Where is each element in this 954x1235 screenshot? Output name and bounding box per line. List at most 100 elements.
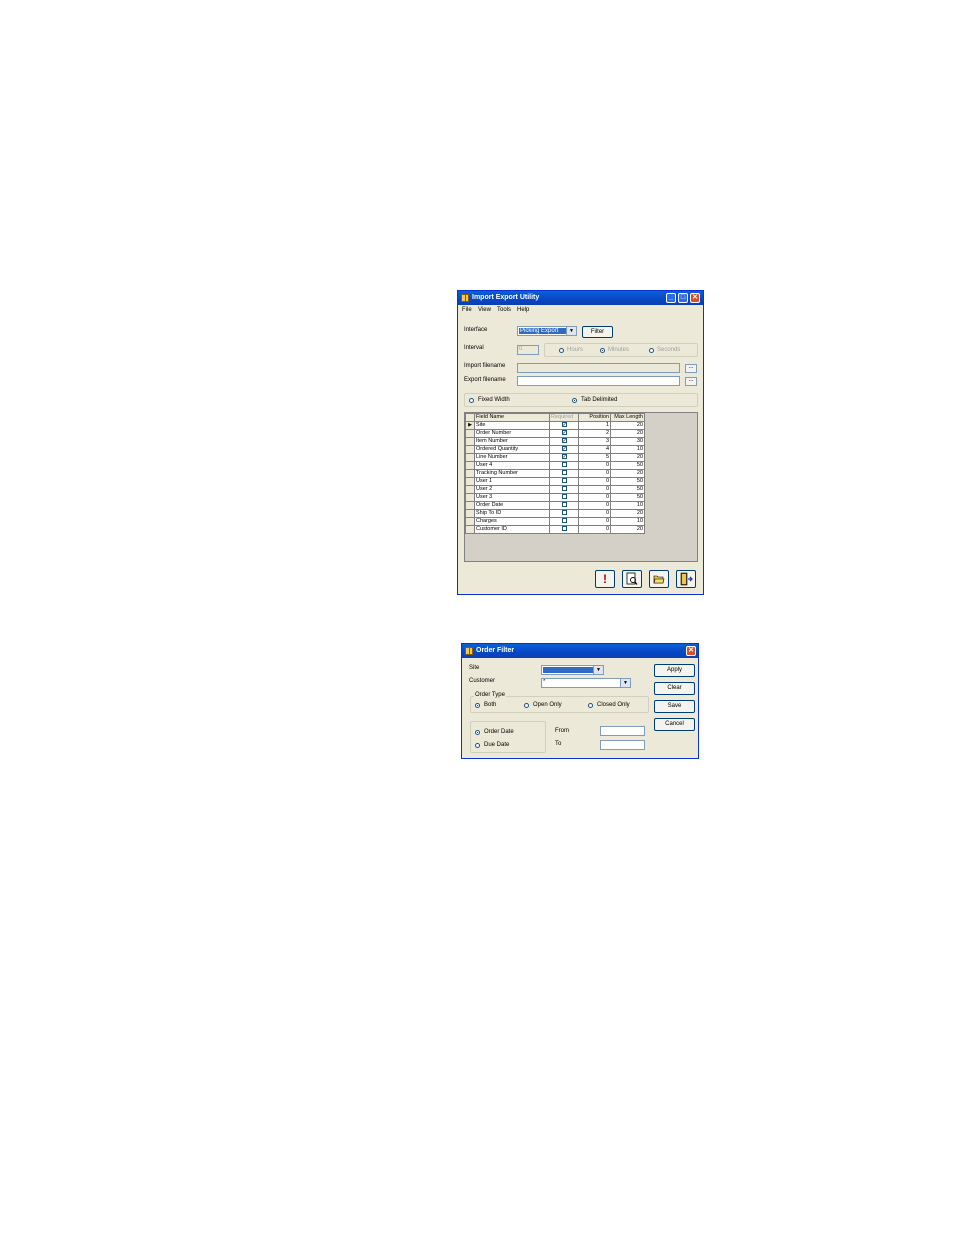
open-only-radio[interactable] <box>524 703 529 708</box>
site-select[interactable]: ▼ <box>541 665 604 675</box>
interface-select[interactable]: Picking Export ▼ <box>517 326 577 336</box>
required-cell[interactable] <box>549 469 579 478</box>
required-checkbox[interactable] <box>561 526 567 532</box>
from-date-field[interactable] <box>600 726 645 736</box>
field-name-cell[interactable]: Customer ID <box>474 525 550 534</box>
position-cell[interactable]: 3 <box>578 437 611 446</box>
maximize-icon[interactable]: □ <box>678 293 688 303</box>
required-cell[interactable]: ✓ <box>549 445 579 454</box>
required-cell[interactable]: ✓ <box>549 421 579 430</box>
field-name-cell[interactable]: User 4 <box>474 461 550 470</box>
menu-tools[interactable]: Tools <box>497 307 511 313</box>
max-length-cell[interactable]: 20 <box>610 525 645 534</box>
required-cell[interactable]: ✓ <box>549 429 579 438</box>
table-row[interactable]: Ordered Quantity ✓ 4 10 <box>465 445 645 454</box>
cancel-button[interactable]: Cancel <box>654 718 695 731</box>
run-button[interactable]: ! <box>595 570 615 588</box>
required-cell[interactable] <box>549 477 579 486</box>
max-length-cell[interactable]: 20 <box>610 509 645 518</box>
table-row[interactable]: Item Number ✓ 3 30 <box>465 437 645 446</box>
required-cell[interactable]: ✓ <box>549 437 579 446</box>
required-checkbox[interactable] <box>561 470 567 476</box>
minutes-radio[interactable] <box>600 348 605 353</box>
field-name-cell[interactable]: Item Number <box>474 437 550 446</box>
required-cell[interactable] <box>549 501 579 510</box>
column-header[interactable]: Required <box>549 413 579 422</box>
required-checkbox[interactable] <box>561 478 567 484</box>
required-checkbox[interactable]: ✓ <box>561 422 567 428</box>
max-length-cell[interactable]: 50 <box>610 461 645 470</box>
field-name-cell[interactable]: Ship To ID <box>474 509 550 518</box>
preview-button[interactable] <box>622 570 642 588</box>
row-selector[interactable] <box>465 517 475 526</box>
fixed-width-radio[interactable] <box>469 398 474 403</box>
required-checkbox[interactable] <box>561 502 567 508</box>
menu-help[interactable]: Help <box>517 307 529 313</box>
max-length-cell[interactable]: 20 <box>610 421 645 430</box>
position-cell[interactable]: 0 <box>578 477 611 486</box>
row-selector[interactable] <box>465 469 475 478</box>
row-selector[interactable] <box>465 509 475 518</box>
table-row[interactable]: Order Number ✓ 2 20 <box>465 429 645 438</box>
close-icon[interactable]: ✕ <box>686 646 696 656</box>
required-cell[interactable] <box>549 525 579 534</box>
both-radio[interactable] <box>475 703 480 708</box>
apply-button[interactable]: Apply <box>654 664 695 677</box>
position-cell[interactable]: 0 <box>578 509 611 518</box>
position-cell[interactable]: 4 <box>578 445 611 454</box>
position-cell[interactable]: 0 <box>578 525 611 534</box>
required-checkbox[interactable]: ✓ <box>561 446 567 452</box>
menu-view[interactable]: View <box>478 307 491 313</box>
max-length-cell[interactable]: 10 <box>610 445 645 454</box>
import-filename-field[interactable] <box>517 363 680 373</box>
required-checkbox[interactable] <box>561 462 567 468</box>
table-row[interactable]: User 4 0 50 <box>465 461 645 470</box>
max-length-cell[interactable]: 50 <box>610 477 645 486</box>
row-selector[interactable] <box>465 429 475 438</box>
position-cell[interactable]: 0 <box>578 461 611 470</box>
max-length-cell[interactable]: 10 <box>610 501 645 510</box>
interval-field[interactable]: 0 <box>517 345 539 355</box>
max-length-cell[interactable]: 20 <box>610 469 645 478</box>
position-cell[interactable]: 0 <box>578 493 611 502</box>
row-selector[interactable] <box>465 477 475 486</box>
position-cell[interactable]: 0 <box>578 517 611 526</box>
max-length-cell[interactable]: 20 <box>610 453 645 462</box>
column-header[interactable]: Field Name <box>474 413 550 422</box>
required-cell[interactable] <box>549 485 579 494</box>
close-icon[interactable]: ✕ <box>690 293 700 303</box>
field-name-cell[interactable]: User 1 <box>474 477 550 486</box>
required-cell[interactable] <box>549 461 579 470</box>
row-selector[interactable] <box>465 453 475 462</box>
table-row[interactable]: ▶ Site ✓ 1 20 <box>465 421 645 430</box>
row-selector[interactable] <box>465 461 475 470</box>
required-cell[interactable]: ✓ <box>549 453 579 462</box>
table-row[interactable]: Customer ID 0 20 <box>465 525 645 534</box>
open-button[interactable] <box>649 570 669 588</box>
table-row[interactable]: User 1 0 50 <box>465 477 645 486</box>
field-name-cell[interactable]: Charges <box>474 517 550 526</box>
field-name-cell[interactable]: Tracking Number <box>474 469 550 478</box>
title-bar[interactable]: Import Export Utility _ □ ✕ <box>458 291 703 305</box>
filter-button[interactable]: Filter <box>582 326 613 338</box>
order-date-radio[interactable] <box>475 730 480 735</box>
position-cell[interactable]: 5 <box>578 453 611 462</box>
required-cell[interactable] <box>549 517 579 526</box>
menu-file[interactable]: File <box>462 307 472 313</box>
required-checkbox[interactable]: ✓ <box>561 438 567 444</box>
exit-button[interactable] <box>676 570 696 588</box>
table-row[interactable]: Charges 0 10 <box>465 517 645 526</box>
column-header[interactable]: Max Length <box>610 413 645 422</box>
row-selector[interactable] <box>465 445 475 454</box>
seconds-radio[interactable] <box>649 348 654 353</box>
table-row[interactable]: User 3 0 50 <box>465 493 645 502</box>
export-browse-button[interactable]: ... <box>685 377 697 386</box>
required-checkbox[interactable] <box>561 510 567 516</box>
minimize-icon[interactable]: _ <box>666 293 676 303</box>
row-selector[interactable] <box>465 525 475 534</box>
field-name-cell[interactable]: Line Number <box>474 453 550 462</box>
due-date-radio[interactable] <box>475 743 480 748</box>
import-browse-button[interactable]: ... <box>685 364 697 373</box>
export-filename-field[interactable] <box>517 376 680 386</box>
position-cell[interactable]: 0 <box>578 469 611 478</box>
